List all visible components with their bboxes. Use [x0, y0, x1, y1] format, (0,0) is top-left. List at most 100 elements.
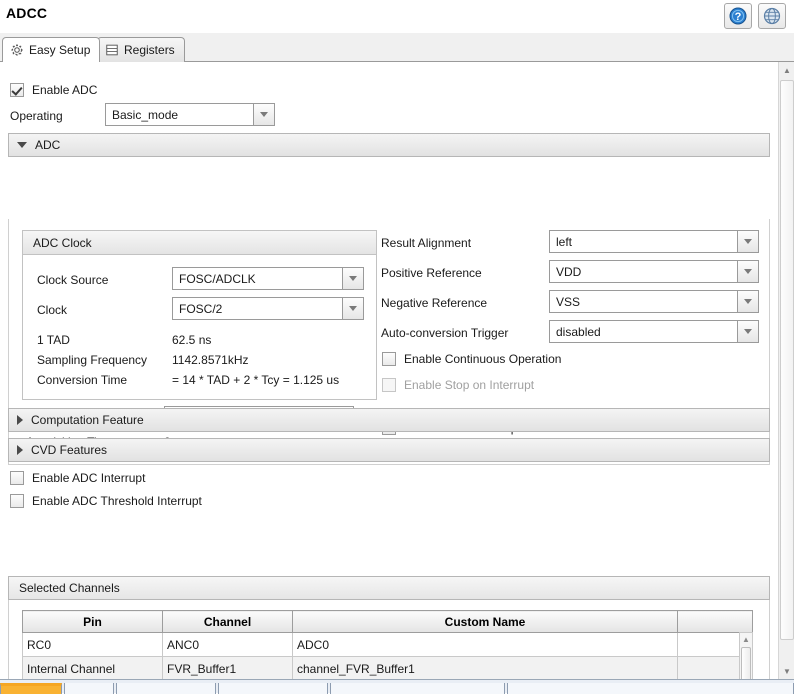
datasheet-button[interactable]: [758, 3, 786, 29]
negative-reference-select[interactable]: VSS: [549, 290, 759, 313]
tab-strip: Easy Setup Registers: [0, 33, 794, 63]
enable-stop-on-interrupt-label: Enable Stop on Interrupt: [404, 378, 535, 392]
enable-continuous-operation-row[interactable]: Enable Continuous Operation: [382, 352, 561, 366]
sampling-frequency-value: 1142.8571kHz: [172, 353, 249, 367]
result-alignment-select[interactable]: left: [549, 230, 759, 253]
operating-mode-dropdown-arrow[interactable]: [253, 104, 274, 125]
chevron-down-icon: [744, 239, 752, 244]
chevron-down-icon: [744, 299, 752, 304]
enable-adc-threshold-interrupt-row[interactable]: Enable ADC Threshold Interrupt: [10, 494, 202, 508]
clock-select[interactable]: FOSC/2: [172, 297, 364, 320]
enable-continuous-operation-label: Enable Continuous Operation: [404, 352, 562, 366]
result-alignment-value: left: [556, 234, 573, 249]
title-button-group: ?: [724, 3, 786, 29]
positive-reference-select[interactable]: VDD: [549, 260, 759, 283]
table-vertical-scrollbar[interactable]: ▲ ▼: [739, 632, 753, 679]
group-computation-feature-header[interactable]: Computation Feature: [8, 408, 770, 432]
page-title: ADCC: [6, 5, 48, 21]
page-vertical-scrollbar[interactable]: ▲ ▼: [778, 62, 794, 679]
chevron-down-icon: [744, 329, 752, 334]
auto-conversion-trigger-select[interactable]: disabled: [549, 320, 759, 343]
table-header-row: Pin Channel Custom Name: [22, 610, 753, 633]
chevron-down-icon: [260, 112, 268, 117]
tab-registers[interactable]: Registers: [97, 37, 185, 62]
selected-channels-body: Pin Channel Custom Name RC0 ANC0 ADC0 In…: [8, 600, 770, 679]
auto-conversion-trigger-value: disabled: [556, 324, 601, 339]
tad-value: 62.5 ns: [172, 333, 212, 347]
enable-adc-interrupt-checkbox[interactable]: [10, 471, 24, 485]
cell-custom-name[interactable]: ADC0: [292, 632, 678, 657]
enable-adc-row[interactable]: Enable ADC: [10, 83, 97, 97]
negative-reference-value: VSS: [556, 294, 581, 309]
enable-adc-interrupt-row[interactable]: Enable ADC Interrupt: [10, 471, 145, 485]
cell-custom-name[interactable]: channel_FVR_Buffer1: [292, 656, 678, 679]
clock-source-label: Clock Source: [37, 273, 109, 287]
cell-pin[interactable]: Internal Channel: [22, 656, 163, 679]
group-adc-header[interactable]: ADC: [8, 133, 770, 157]
help-icon: ?: [729, 7, 747, 25]
selected-channels-header: Selected Channels: [8, 576, 770, 600]
group-cvd-features-label: CVD Features: [31, 443, 108, 457]
negative-reference-dropdown-arrow[interactable]: [737, 291, 758, 312]
conversion-time-value: = 14 * TAD + 2 * Tcy = 1.125 us: [172, 373, 340, 387]
column-header-blank[interactable]: [677, 610, 753, 633]
bottom-tab-5[interactable]: [330, 683, 505, 694]
svg-text:?: ?: [735, 11, 742, 23]
clock-source-dropdown-arrow[interactable]: [342, 268, 363, 289]
result-alignment-label: Result Alignment: [381, 236, 472, 250]
gear-icon: [11, 44, 23, 56]
group-cvd-features-header[interactable]: CVD Features: [8, 438, 770, 462]
chevron-right-icon: [17, 445, 23, 455]
enable-adc-label: Enable ADC: [32, 83, 98, 97]
auto-conversion-trigger-dropdown-arrow[interactable]: [737, 321, 758, 342]
operating-mode-select[interactable]: Basic_mode: [105, 103, 275, 126]
globe-icon: [763, 7, 781, 25]
column-header-channel[interactable]: Channel: [162, 610, 293, 633]
chevron-down-icon: [349, 306, 357, 311]
registers-icon: [106, 44, 118, 56]
tab-registers-label: Registers: [124, 43, 175, 57]
cell-pin[interactable]: RC0: [22, 632, 163, 657]
chevron-down-icon: [349, 276, 357, 281]
tab-easy-setup[interactable]: Easy Setup: [2, 37, 101, 63]
cell-channel[interactable]: ANC0: [162, 632, 293, 657]
positive-reference-dropdown-arrow[interactable]: [737, 261, 758, 282]
bottom-tab-2[interactable]: [64, 683, 114, 694]
conversion-time-label: Conversion Time: [37, 373, 128, 387]
clock-dropdown-arrow[interactable]: [342, 298, 363, 319]
auto-conversion-trigger-label: Auto-conversion Trigger: [381, 326, 509, 340]
cell-channel[interactable]: FVR_Buffer1: [162, 656, 293, 679]
clock-source-select[interactable]: FOSC/ADCLK: [172, 267, 364, 290]
enable-stop-on-interrupt-checkbox: [382, 378, 396, 392]
bottom-tab-active[interactable]: [0, 683, 62, 694]
scroll-up-icon[interactable]: ▲: [740, 633, 752, 645]
column-header-pin[interactable]: Pin: [22, 610, 163, 633]
adc-clock-group: ADC Clock Clock Source FOSC/ADCLK Clock …: [22, 230, 377, 400]
help-button[interactable]: ?: [724, 3, 752, 29]
title-bar: ADCC ?: [0, 0, 794, 33]
scroll-up-icon[interactable]: ▲: [779, 62, 794, 78]
clock-label: Clock: [37, 303, 68, 317]
column-header-custom-name[interactable]: Custom Name: [292, 610, 678, 633]
table-row[interactable]: RC0 ANC0 ADC0: [22, 632, 753, 657]
clock-source-value: FOSC/ADCLK: [179, 271, 256, 286]
page-scrollbar-thumb[interactable]: [780, 80, 794, 640]
enable-adc-interrupt-label: Enable ADC Interrupt: [32, 471, 146, 485]
negative-reference-label: Negative Reference: [381, 296, 488, 310]
scroll-down-icon[interactable]: ▼: [779, 663, 794, 679]
table-row[interactable]: Internal Channel FVR_Buffer1 channel_FVR…: [22, 656, 753, 679]
enable-stop-on-interrupt-row: Enable Stop on Interrupt: [382, 378, 534, 392]
table-scrollbar-thumb[interactable]: [741, 647, 751, 679]
enable-adc-threshold-interrupt-checkbox[interactable]: [10, 494, 24, 508]
enable-adc-checkbox[interactable]: [10, 83, 24, 97]
bottom-tab-4[interactable]: [218, 683, 328, 694]
tab-easy-setup-label: Easy Setup: [29, 43, 91, 57]
bottom-tab-3[interactable]: [116, 683, 216, 694]
enable-continuous-operation-checkbox[interactable]: [382, 352, 396, 366]
bottom-tab-bar: [0, 679, 794, 694]
chevron-down-icon: [744, 269, 752, 274]
group-adc-label: ADC: [35, 138, 61, 152]
result-alignment-dropdown-arrow[interactable]: [737, 231, 758, 252]
bottom-tab-6[interactable]: [507, 683, 794, 694]
easy-setup-panel: Enable ADC Operating Basic_mode ADC ADC …: [0, 62, 778, 679]
